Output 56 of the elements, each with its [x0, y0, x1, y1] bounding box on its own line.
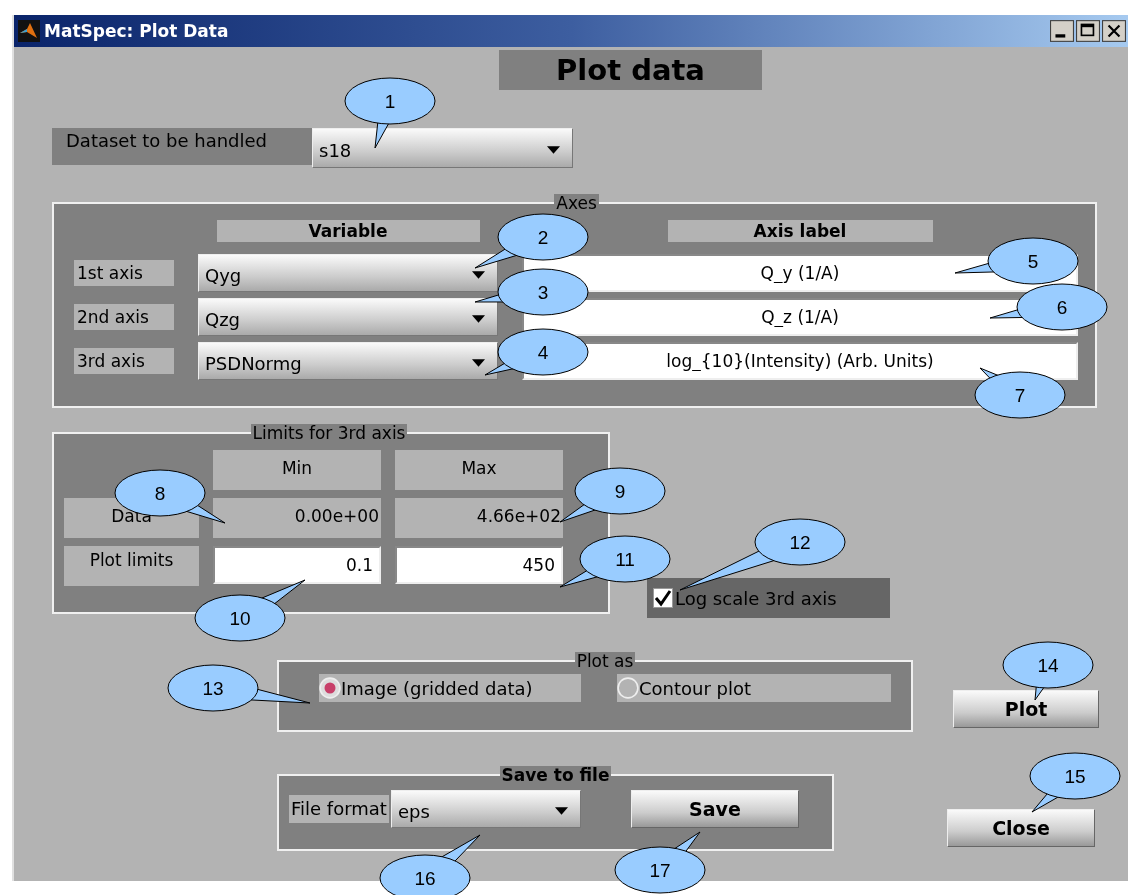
axis-row-label: 2nd axis [74, 304, 174, 330]
callout-tooltip: 9 [559, 467, 666, 523]
column-header: Axis label [667, 220, 933, 242]
log-scale-checkbox[interactable]: Log scale 3rd axis [647, 578, 890, 618]
radio-option[interactable]: Contour plot [617, 674, 891, 702]
callout-tooltip: 10 [194, 579, 306, 642]
callout-tooltip: 13 [167, 664, 311, 712]
panel-legend: Plot as [574, 652, 636, 670]
callout-tooltip: 12 [679, 518, 846, 591]
callout-tooltip: 11 [559, 535, 671, 588]
maximize-button[interactable] [1076, 20, 1100, 42]
close-button[interactable]: Close [947, 809, 1095, 847]
axis-row-label: 3rd axis [74, 348, 174, 374]
data-value: 4.66e+02 [395, 498, 563, 538]
row-label: Plot limits [64, 546, 199, 586]
radio-option[interactable]: Image (gridded data) [319, 674, 581, 702]
callout-tooltip: 14 [1002, 641, 1094, 701]
dialog-heading: Plot data [499, 50, 762, 90]
column-header: Max [395, 450, 563, 490]
callout-tooltip: 16 [379, 834, 481, 895]
callout-tooltip: 6 [989, 283, 1108, 331]
variable-dropdown[interactable]: PSDNormg [198, 342, 498, 380]
radio-icon [319, 677, 341, 699]
plot-button[interactable]: Plot [953, 690, 1099, 728]
caret-icon [554, 807, 568, 815]
callout-tooltip: 4 [484, 328, 589, 376]
callout-tooltip: 5 [954, 237, 1079, 285]
panel-legend: Limits for 3rd axis [250, 424, 408, 442]
app-logo-icon [18, 20, 40, 42]
data-value: 0.00e+00 [213, 498, 381, 538]
callout-tooltip: 7 [974, 367, 1066, 419]
panel-legend: Axes [554, 194, 599, 212]
column-header: Variable [216, 220, 480, 242]
close-button[interactable] [1102, 20, 1126, 42]
column-header: Min [213, 450, 381, 490]
file-format-dropdown[interactable]: eps [390, 790, 581, 828]
callout-tooltip: 2 [474, 213, 589, 269]
caret-icon [472, 315, 485, 323]
variable-dropdown[interactable]: Qzg [198, 298, 498, 336]
file-format-label: File format [289, 795, 389, 823]
callout-tooltip: 17 [614, 831, 706, 894]
callout-tooltip: 3 [474, 268, 589, 316]
caret-icon [472, 359, 485, 367]
save-button[interactable]: Save [630, 790, 799, 828]
panel-legend: Save to file [499, 766, 612, 784]
caret-icon [472, 271, 485, 279]
caret-icon [547, 146, 560, 154]
min-limit-field[interactable]: 0.1 [213, 546, 381, 584]
callout-tooltip: 15 [1029, 752, 1121, 813]
variable-dropdown[interactable]: Qyg [198, 254, 498, 292]
radio-icon [617, 677, 639, 699]
axis-row-label: 1st axis [74, 260, 174, 286]
dataset-label: Dataset to be handled [52, 128, 312, 165]
max-limit-field[interactable]: 450 [395, 546, 563, 584]
minimize-button[interactable] [1050, 20, 1074, 42]
window-title: MatSpec: Plot Data [44, 21, 230, 41]
